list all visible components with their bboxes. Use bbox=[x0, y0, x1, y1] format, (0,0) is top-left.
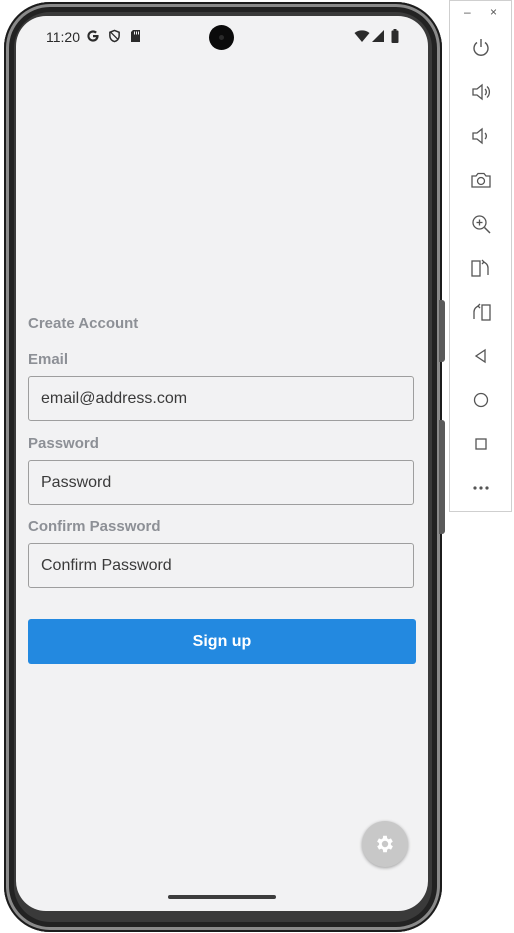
password-label: Password bbox=[28, 435, 99, 452]
sign-up-button[interactable]: Sign up bbox=[28, 619, 416, 664]
email-label: Email bbox=[28, 351, 69, 368]
confirm-password-label: Confirm Password bbox=[28, 518, 161, 535]
home-icon[interactable] bbox=[470, 389, 492, 411]
power-side-button bbox=[439, 300, 445, 362]
password-field[interactable] bbox=[28, 460, 414, 505]
settings-button[interactable] bbox=[362, 821, 408, 867]
signal-icon bbox=[372, 30, 384, 42]
rotate-right-icon[interactable] bbox=[470, 301, 492, 323]
volume-side-button bbox=[439, 420, 445, 534]
overview-icon[interactable] bbox=[470, 433, 492, 455]
minimize-icon[interactable]: – bbox=[464, 5, 471, 19]
email-field[interactable] bbox=[28, 376, 414, 421]
volume-down-icon[interactable] bbox=[470, 125, 492, 147]
confirm-password-field[interactable] bbox=[28, 543, 414, 588]
shield-icon bbox=[109, 29, 120, 43]
back-icon[interactable] bbox=[470, 345, 492, 367]
google-icon bbox=[87, 30, 99, 42]
rotate-left-icon[interactable] bbox=[470, 257, 492, 279]
sd-card-icon bbox=[131, 30, 140, 42]
wifi-icon bbox=[354, 30, 370, 42]
gesture-home-bar[interactable] bbox=[168, 895, 276, 899]
zoom-icon[interactable] bbox=[470, 213, 492, 235]
front-camera bbox=[209, 25, 234, 50]
status-time: 11:20 bbox=[46, 29, 80, 45]
volume-up-icon[interactable] bbox=[470, 81, 492, 103]
page-title: Create Account bbox=[28, 315, 139, 332]
battery-icon bbox=[391, 29, 399, 43]
emulator-toolbar: – × bbox=[449, 0, 512, 512]
more-icon[interactable] bbox=[470, 477, 492, 499]
close-icon[interactable]: × bbox=[490, 5, 497, 19]
phone-screen: 11:20 Create Account Email email@address… bbox=[16, 16, 428, 911]
camera-icon[interactable] bbox=[470, 169, 492, 191]
gear-icon bbox=[377, 835, 393, 853]
power-icon[interactable] bbox=[470, 37, 492, 59]
